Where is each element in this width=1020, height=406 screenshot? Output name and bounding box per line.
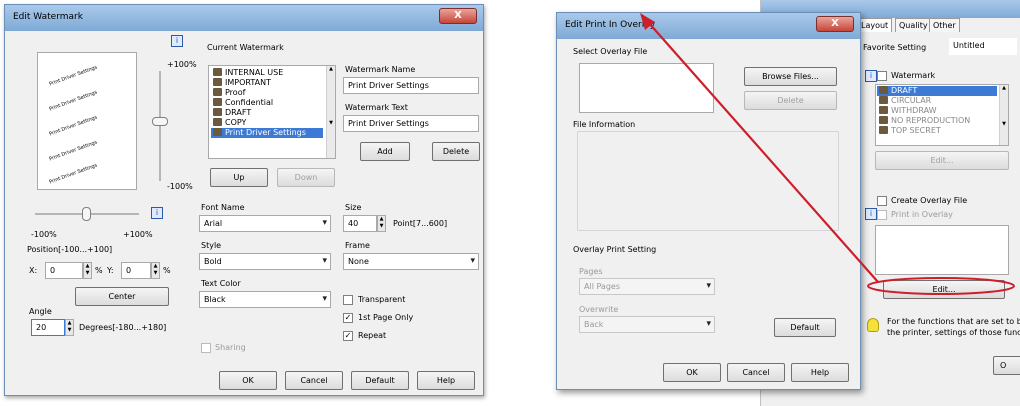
- annotation-overlay: [640, 13, 1015, 295]
- annotation-arrow-line: [647, 21, 879, 283]
- highlight-ellipse: [867, 277, 1015, 295]
